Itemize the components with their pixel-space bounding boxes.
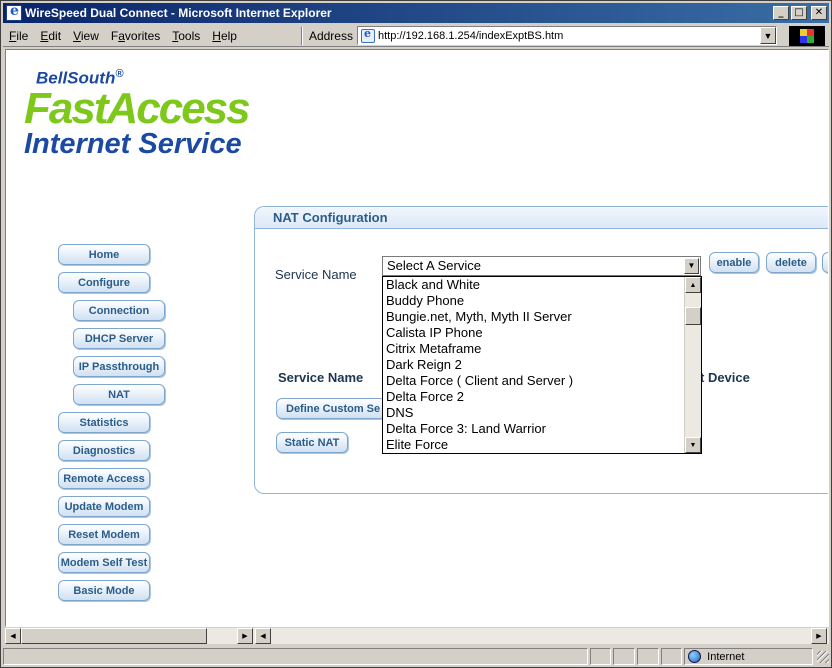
column-service-name: Service Name: [278, 370, 364, 385]
status-pane: [660, 648, 683, 665]
scroll-left-icon[interactable]: ◀: [5, 628, 21, 644]
status-pane: [589, 648, 612, 665]
column-device: t Device: [700, 370, 750, 385]
dropdown-option[interactable]: Bungie.net, Myth, Myth II Server: [383, 309, 685, 325]
status-pane: [636, 648, 659, 665]
page-viewport: BellSouth® FastAccess Internet Service H…: [5, 49, 829, 627]
enable-button[interactable]: enable: [709, 252, 759, 273]
address-dropdown-button[interactable]: ▼: [759, 27, 776, 44]
window-title: WireSpeed Dual Connect - Microsoft Inter…: [25, 6, 332, 20]
dropdown-option[interactable]: Elite Force: [383, 437, 685, 453]
hscroll-thumb[interactable]: [21, 628, 207, 644]
service-select[interactable]: Select A Service ▼: [382, 256, 701, 276]
status-text-pane: [3, 648, 588, 665]
dropdown-option[interactable]: Delta Force ( Client and Server ): [383, 373, 685, 389]
horizontal-scrollbar[interactable]: ◀ ▶ ◀ ▶: [5, 627, 829, 644]
dropdown-scrollbar[interactable]: ▲ ▼: [684, 277, 701, 453]
service-dropdown-list[interactable]: Black and White Buddy Phone Bungie.net, …: [382, 276, 702, 454]
nav-reset-modem-button[interactable]: Reset Modem: [58, 524, 150, 545]
dropdown-option[interactable]: Delta Force 2: [383, 389, 685, 405]
service-name-label: Service Name: [275, 267, 357, 282]
panel-header: NAT Configuration: [255, 207, 828, 229]
nav-connection-button[interactable]: Connection: [73, 300, 165, 321]
nav-basic-mode-button[interactable]: Basic Mode: [58, 580, 150, 601]
title-bar[interactable]: WireSpeed Dual Connect - Microsoft Inter…: [3, 3, 829, 23]
delete-button[interactable]: delete: [766, 252, 816, 273]
dropdown-option[interactable]: Buddy Phone: [383, 293, 685, 309]
service-select-value: Select A Service: [387, 258, 481, 273]
logo-fastaccess: FastAccess: [24, 88, 251, 129]
dropdown-option[interactable]: Delta Force 3: Land Warrior: [383, 421, 685, 437]
select-dropdown-icon[interactable]: ▼: [684, 258, 699, 274]
partial-button[interactable]: [822, 252, 828, 273]
static-nat-button[interactable]: Static NAT: [276, 432, 348, 453]
menu-separator: [300, 26, 303, 45]
dropdown-option[interactable]: Dark Reign 2: [383, 357, 685, 373]
minimize-button[interactable]: _: [773, 6, 789, 20]
maximize-button[interactable]: □: [791, 6, 807, 20]
status-pane: [613, 648, 635, 665]
status-bar: Internet: [3, 647, 830, 666]
dropdown-option[interactable]: Black and White: [383, 277, 685, 293]
nav-diagnostics-button[interactable]: Diagnostics: [58, 440, 150, 461]
address-input[interactable]: http://192.168.1.254/indexExptBS.htm: [378, 30, 760, 42]
menu-help[interactable]: Help: [206, 29, 243, 43]
menu-tools[interactable]: Tools: [166, 29, 206, 43]
logo-internet-service: Internet Service: [24, 127, 242, 160]
menu-file[interactable]: File: [3, 29, 34, 43]
nav-configure-button[interactable]: Configure: [58, 272, 150, 293]
resize-grip-icon[interactable]: [817, 650, 830, 663]
address-bar[interactable]: http://192.168.1.254/indexExptBS.htm ▼: [356, 26, 777, 45]
dropdown-options: Black and White Buddy Phone Bungie.net, …: [383, 277, 685, 453]
nav-modem-self-test-button[interactable]: Modem Self Test: [58, 552, 150, 573]
zone-pane: Internet: [684, 648, 814, 665]
dropdown-option[interactable]: Calista IP Phone: [383, 325, 685, 341]
nav-dhcp-server-button[interactable]: DHCP Server: [73, 328, 165, 349]
nav-statistics-button[interactable]: Statistics: [58, 412, 150, 433]
scroll-left-icon[interactable]: ◀: [255, 628, 271, 644]
browser-window: WireSpeed Dual Connect - Microsoft Inter…: [0, 0, 832, 668]
menu-edit[interactable]: Edit: [34, 29, 67, 43]
nav-remote-access-button[interactable]: Remote Access: [58, 468, 150, 489]
close-button[interactable]: ✕: [811, 6, 827, 20]
scroll-down-icon[interactable]: ▼: [685, 437, 701, 453]
window-controls: _ □ ✕: [773, 6, 827, 20]
nav-ip-passthrough-button[interactable]: IP Passthrough: [73, 356, 165, 377]
scroll-thumb[interactable]: [685, 307, 701, 325]
menu-view[interactable]: View: [67, 29, 105, 43]
globe-icon: [688, 650, 702, 663]
nav-nat-button[interactable]: NAT: [73, 384, 165, 405]
windows-logo-icon: [789, 26, 825, 46]
dropdown-option[interactable]: Citrix Metaframe: [383, 341, 685, 357]
page-icon: [360, 27, 375, 43]
bellsouth-logo: BellSouth® FastAccess Internet Service: [24, 68, 254, 159]
ie-icon: [6, 3, 22, 21]
nav-home-button[interactable]: Home: [58, 244, 150, 265]
panel-title: NAT Configuration: [273, 210, 388, 225]
menu-favorites[interactable]: Favorites: [105, 29, 166, 43]
nav-update-modem-button[interactable]: Update Modem: [58, 496, 150, 517]
define-custom-service-button[interactable]: Define Custom Se: [276, 398, 386, 419]
address-label: Address: [308, 28, 353, 43]
scroll-right-icon[interactable]: ▶: [237, 628, 253, 644]
scroll-right-icon[interactable]: ▶: [811, 628, 827, 644]
scroll-up-icon[interactable]: ▲: [685, 277, 701, 293]
logo-bellsouth: BellSouth®: [36, 68, 124, 88]
dropdown-option[interactable]: DNS: [383, 405, 685, 421]
zone-label: Internet: [707, 650, 745, 663]
menu-bar: File Edit View Favorites Tools Help Addr…: [3, 25, 829, 47]
